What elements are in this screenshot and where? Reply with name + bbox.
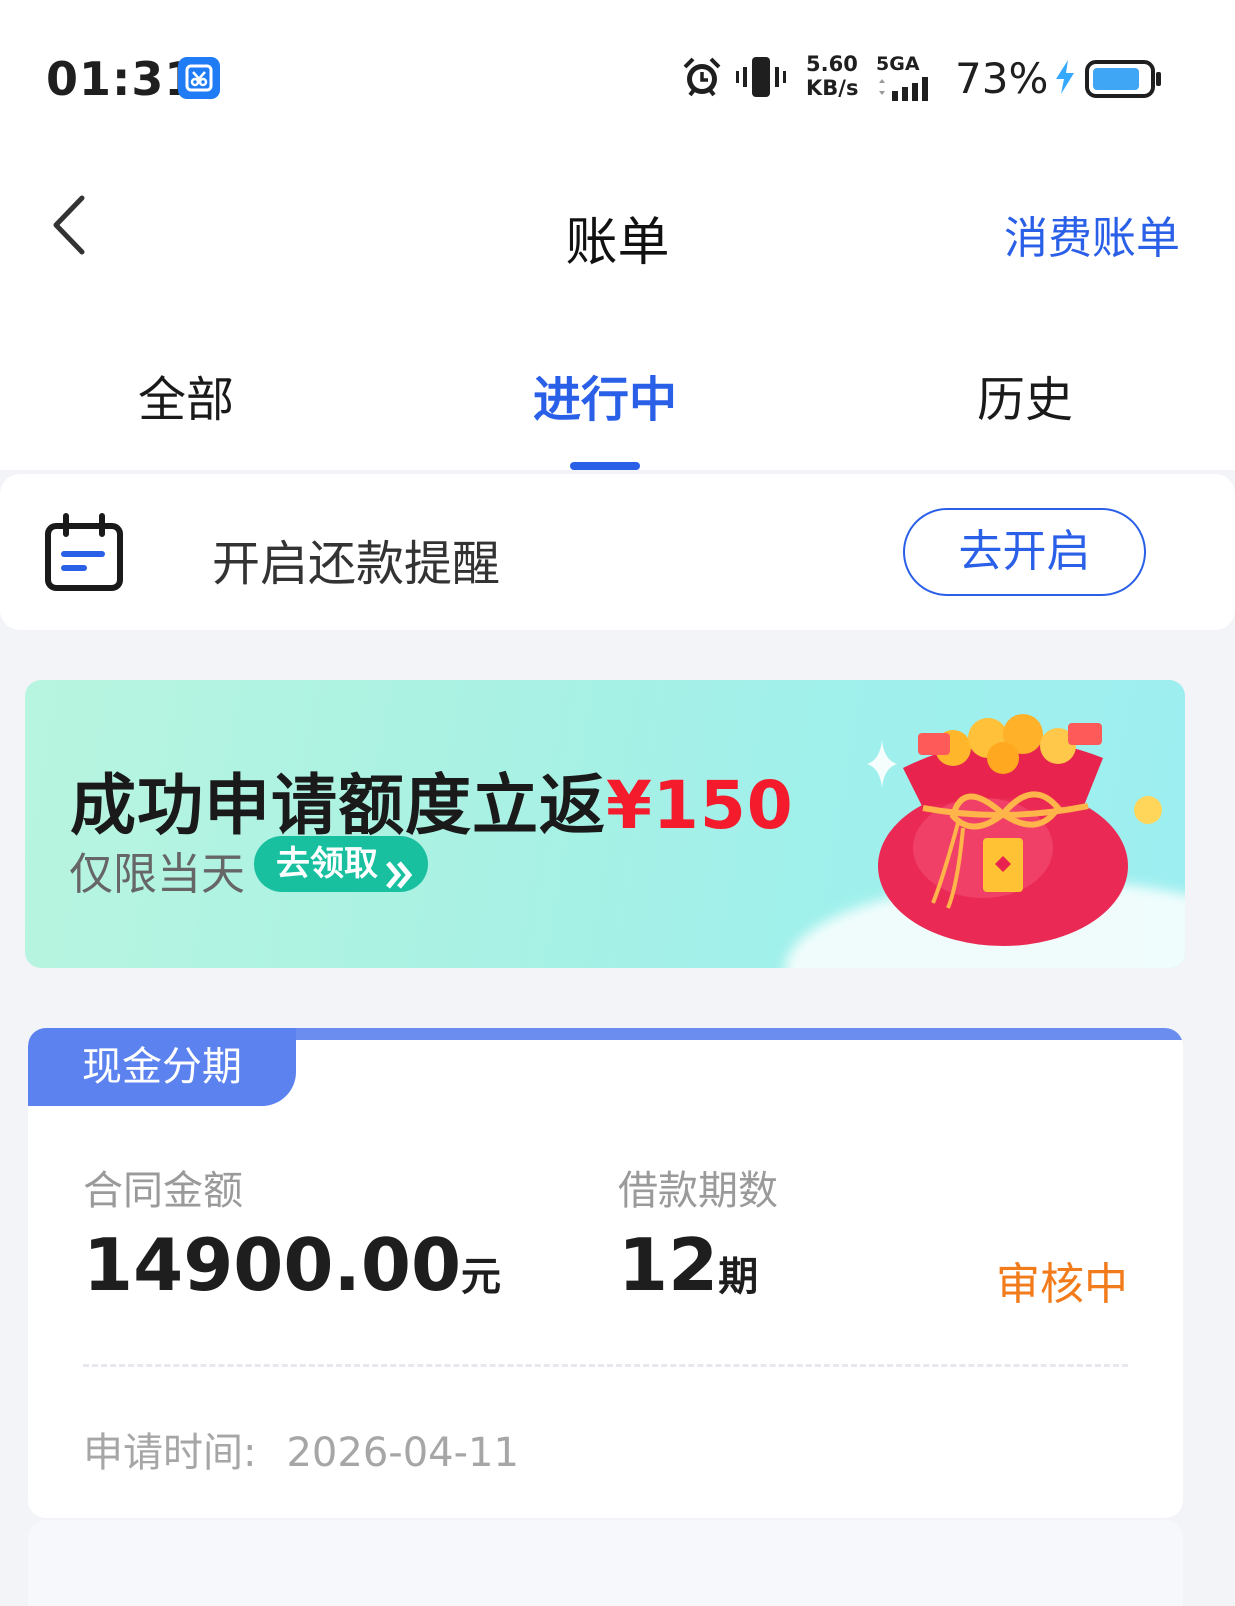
card-divider [83,1364,1128,1367]
vibrate-icon [735,57,787,101]
app-header: 账单 消费账单 [0,150,1235,310]
repayment-reminder-bar: 开启还款提醒 去开启 [0,474,1235,630]
apply-time: 申请时间: 2026-04-11 [83,1420,519,1478]
next-card-edge [28,1520,1183,1606]
scissors-app-icon [178,57,220,99]
signal-indicator: 5GA [876,53,966,103]
network-speed-value: 5.60 [806,52,858,76]
battery-percent: 73% [955,54,1049,103]
loan-periods-value: 12期 [618,1223,758,1307]
banner-headline: 成功申请额度立返¥150 [70,752,794,848]
claim-button[interactable]: 去领取 [254,836,428,892]
network-type: 5GA [876,53,920,75]
enable-reminder-button[interactable]: 去开启 [903,508,1146,596]
reminder-text: 开启还款提醒 [212,536,501,592]
tab-all[interactable]: 全部 [138,360,234,430]
loan-periods-label: 借款期数 [618,1168,778,1214]
contract-amount-value: 14900.00元 [83,1223,501,1307]
claim-button-label: 去领取 [276,844,378,884]
tab-in-progress[interactable]: 进行中 [533,360,677,430]
promo-banner[interactable]: 成功申请额度立返¥150 仅限当天 去领取 [25,680,1185,968]
banner-subtext: 仅限当天 [69,849,245,900]
contract-amount-unit: 元 [461,1254,502,1300]
loan-card[interactable]: 现金分期 合同金额 14900.00元 借款期数 12期 审核中 申请时间: 20… [28,1028,1183,1518]
contract-amount-label: 合同金额 [83,1168,243,1214]
tab-history[interactable]: 历史 [977,360,1073,430]
network-speed-unit: KB/s [806,76,859,100]
active-tab-indicator [570,462,640,470]
bill-page: 01:31 5.60 KB/s 5GA 73% 账单 消费账单 全部 进行中 历… [0,0,1235,1606]
bill-tabs: 全部 进行中 历史 [0,310,1235,470]
loan-periods-number: 12 [618,1223,719,1307]
double-chevron-right-icon [384,850,414,906]
status-time: 01:31 [46,52,198,106]
battery-icon [1085,60,1163,102]
status-badge: 审核中 [996,1259,1128,1310]
consumption-bill-link[interactable]: 消费账单 [1004,202,1180,266]
apply-time-label: 申请时间: [83,1430,257,1476]
loan-periods-unit: 期 [718,1254,759,1300]
charging-icon [1054,60,1076,98]
banner-headline-text: 成功申请额度立返 [70,767,606,844]
alarm-icon [680,55,724,103]
loan-type-tag: 现金分期 [28,1028,296,1106]
apply-time-value: 2026-04-11 [286,1430,519,1476]
network-speed: 5.60 KB/s [806,52,868,100]
signal-icon [879,77,928,101]
banner-amount: ¥150 [606,767,794,844]
calendar-icon [44,512,124,596]
lucky-bag-icon [863,698,1163,952]
contract-amount-number: 14900.00 [83,1223,462,1307]
status-bar: 01:31 5.60 KB/s 5GA 73% [0,0,1235,150]
